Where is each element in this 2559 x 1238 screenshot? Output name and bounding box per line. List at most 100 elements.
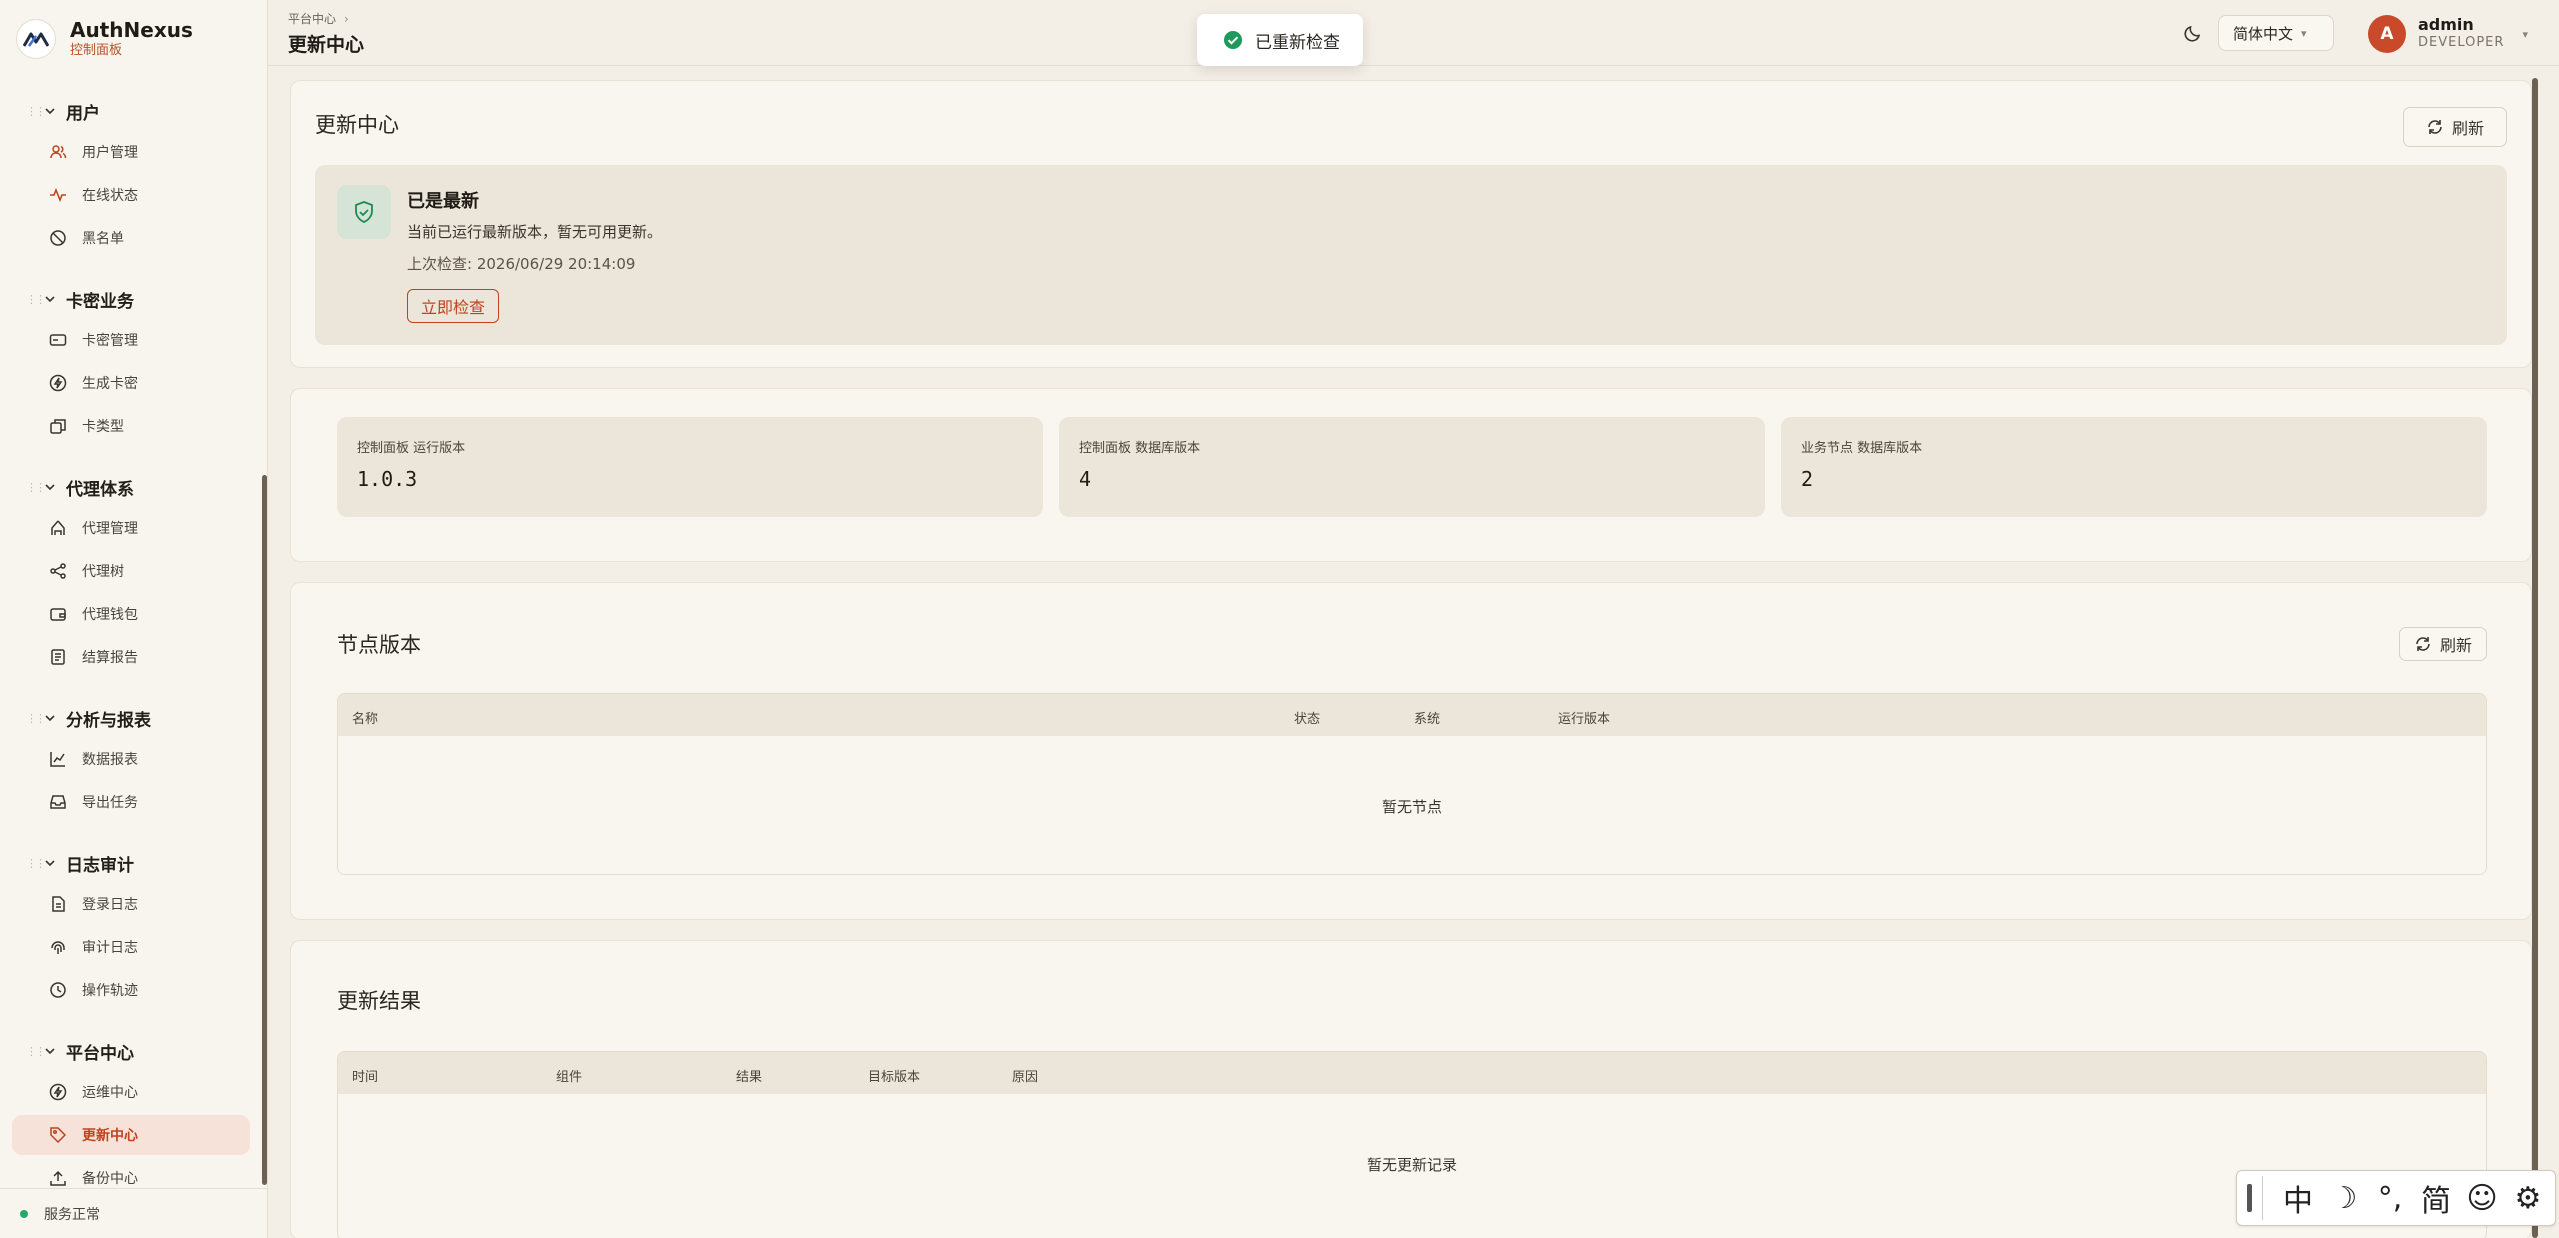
layers-icon	[48, 416, 68, 436]
inbox-icon	[48, 792, 68, 812]
drag-handle-icon[interactable]: ⋮⋮	[26, 712, 46, 725]
nav-group-header[interactable]: ⋮⋮ 日志审计	[0, 842, 262, 884]
nav-group-users: ⋮⋮ 用户 用户管理 在线状态 黑名单	[0, 90, 262, 258]
nav-group-label: 用户	[66, 103, 100, 124]
breadcrumb-item[interactable]: 平台中心	[288, 12, 336, 26]
column-header[interactable]: 目标版本	[868, 1066, 920, 1085]
column-header[interactable]: 时间	[352, 1066, 378, 1085]
refresh-button[interactable]: 刷新	[2399, 627, 2487, 661]
sidebar-item-label: 在线状态	[82, 188, 138, 204]
file-icon	[48, 894, 68, 914]
users-icon	[48, 142, 68, 162]
check-now-button[interactable]: 立即检查	[407, 289, 499, 323]
chevron-down-icon	[44, 105, 58, 117]
sidebar-item-blacklist[interactable]: 黑名单	[12, 218, 250, 258]
clock-icon	[48, 980, 68, 1000]
sidebar-item-ops-center[interactable]: 运维中心	[12, 1072, 250, 1112]
theme-toggle-button[interactable]	[2178, 18, 2208, 48]
sidebar-scrollbar[interactable]	[262, 475, 267, 1185]
main-scrollbar[interactable]	[2532, 78, 2538, 1238]
sidebar-item-update-center[interactable]: 更新中心	[12, 1115, 250, 1155]
drag-handle-icon[interactable]: ⋮⋮	[26, 293, 46, 306]
language-select-value: 简体中文	[2233, 24, 2294, 43]
sidebar-item-data-reports[interactable]: 数据报表	[12, 739, 250, 779]
chart-icon	[48, 749, 68, 769]
sidebar-item-label: 操作轨迹	[82, 983, 138, 999]
sidebar-item-login-logs[interactable]: 登录日志	[12, 884, 250, 924]
sidebar-item-export-tasks[interactable]: 导出任务	[12, 782, 250, 822]
column-header[interactable]: 组件	[556, 1066, 582, 1085]
user-menu[interactable]: A admin DEVELOPER ▾	[2368, 14, 2528, 54]
column-header[interactable]: 原因	[1012, 1066, 1038, 1085]
sidebar-item-agent-management[interactable]: 代理管理	[12, 508, 250, 548]
sidebar-item-label: 卡密管理	[82, 333, 138, 349]
brand-name: AuthNexus	[70, 18, 193, 42]
ime-simplified-button[interactable]: 简	[2413, 1176, 2459, 1220]
last-check-time: 上次检查: 2026/06/29 20:14:09	[407, 255, 636, 273]
sidebar-nav: ⋮⋮ 用户 用户管理 在线状态 黑名单 ⋮⋮ 卡密业务 卡密管理 生成卡密 卡类…	[0, 90, 262, 1218]
chevron-right-icon: ›	[344, 12, 349, 26]
refresh-button[interactable]: 刷新	[2403, 107, 2507, 147]
card-title: 更新中心	[315, 113, 399, 137]
drag-handle-icon[interactable]: ⋮⋮	[26, 105, 46, 118]
sidebar-item-label: 审计日志	[82, 940, 138, 956]
sidebar-item-agent-tree[interactable]: 代理树	[12, 551, 250, 591]
nav-group-header[interactable]: ⋮⋮ 用户	[0, 90, 262, 132]
ime-toolbar: 中 ☽ °, 简 ☺ ⚙	[2236, 1170, 2556, 1226]
nav-group-label: 卡密业务	[66, 291, 134, 312]
user-name: admin	[2418, 15, 2474, 34]
column-header[interactable]: 结果	[736, 1066, 762, 1085]
refresh-icon	[2426, 118, 2444, 136]
wallet-icon	[48, 604, 68, 624]
sidebar-item-settlement-report[interactable]: 结算报告	[12, 637, 250, 677]
sidebar-item-generate-cards[interactable]: 生成卡密	[12, 363, 250, 403]
update-status-title: 已是最新	[407, 191, 479, 212]
brand[interactable]: AuthNexus 控制面板	[16, 14, 193, 64]
hierarchy-icon	[48, 518, 68, 538]
versions-card: 控制面板 运行版本 1.0.3 控制面板 数据库版本 4 业务节点 数据库版本 …	[290, 388, 2532, 562]
ime-punctuation-button[interactable]: °,	[2367, 1176, 2413, 1220]
ime-emoji-icon[interactable]: ☺	[2459, 1176, 2505, 1220]
sidebar-item-card-management[interactable]: 卡密管理	[12, 320, 250, 360]
check-circle-icon	[1223, 30, 1243, 50]
version-value: 2	[1801, 467, 1814, 491]
sidebar-item-online-status[interactable]: 在线状态	[12, 175, 250, 215]
drag-handle-icon[interactable]: ⋮⋮	[26, 481, 46, 494]
refresh-button-label: 刷新	[2439, 636, 2472, 655]
nav-group-header[interactable]: ⋮⋮ 卡密业务	[0, 278, 262, 320]
node-versions-card: 节点版本 刷新 名称 状态 系统 运行版本 暂无节点	[290, 582, 2532, 920]
drag-handle-icon[interactable]	[2247, 1184, 2252, 1212]
chevron-down-icon: ▾	[2522, 27, 2528, 41]
sidebar-item-operation-trail[interactable]: 操作轨迹	[12, 970, 250, 1010]
ime-settings-gear-icon[interactable]: ⚙	[2505, 1176, 2551, 1220]
sidebar-item-label: 代理管理	[82, 521, 138, 537]
nav-group-label: 日志审计	[66, 855, 134, 876]
chevron-down-icon: ▾	[2301, 26, 2307, 40]
version-label: 业务节点 数据库版本	[1801, 441, 1923, 456]
nav-group-header[interactable]: ⋮⋮ 分析与报表	[0, 697, 262, 739]
ime-chinese-mode-button[interactable]: 中	[2275, 1176, 2321, 1220]
sidebar-item-card-types[interactable]: 卡类型	[12, 406, 250, 446]
sidebar-item-agent-wallet[interactable]: 代理钱包	[12, 594, 250, 634]
column-header[interactable]: 运行版本	[1558, 708, 1610, 727]
column-header[interactable]: 系统	[1414, 708, 1440, 727]
column-header[interactable]: 名称	[352, 708, 378, 727]
update-results-card: 更新结果 时间 组件 结果 目标版本 原因 暂无更新记录	[290, 940, 2532, 1238]
service-status: 服务正常	[0, 1188, 268, 1238]
drag-handle-icon[interactable]: ⋮⋮	[26, 1045, 46, 1058]
column-header[interactable]: 状态	[1294, 708, 1320, 727]
sidebar-item-user-management[interactable]: 用户管理	[12, 132, 250, 172]
report-icon	[48, 647, 68, 667]
sidebar-item-audit-logs[interactable]: 审计日志	[12, 927, 250, 967]
shield-check-icon	[337, 185, 391, 239]
ime-halfwidth-moon-icon[interactable]: ☽	[2321, 1176, 2367, 1220]
sidebar-item-label: 运维中心	[82, 1085, 138, 1101]
drag-handle-icon[interactable]: ⋮⋮	[26, 857, 46, 870]
nav-group-header[interactable]: ⋮⋮ 平台中心	[0, 1030, 262, 1072]
sidebar-item-label: 登录日志	[82, 897, 138, 913]
nav-group-header[interactable]: ⋮⋮ 代理体系	[0, 466, 262, 508]
nav-group-label: 代理体系	[66, 479, 134, 500]
language-select[interactable]: 简体中文 ▾	[2218, 15, 2334, 51]
update-status-panel: 已是最新 当前已运行最新版本，暂无可用更新。 上次检查: 2026/06/29 …	[315, 165, 2507, 345]
sidebar-item-label: 生成卡密	[82, 376, 138, 392]
